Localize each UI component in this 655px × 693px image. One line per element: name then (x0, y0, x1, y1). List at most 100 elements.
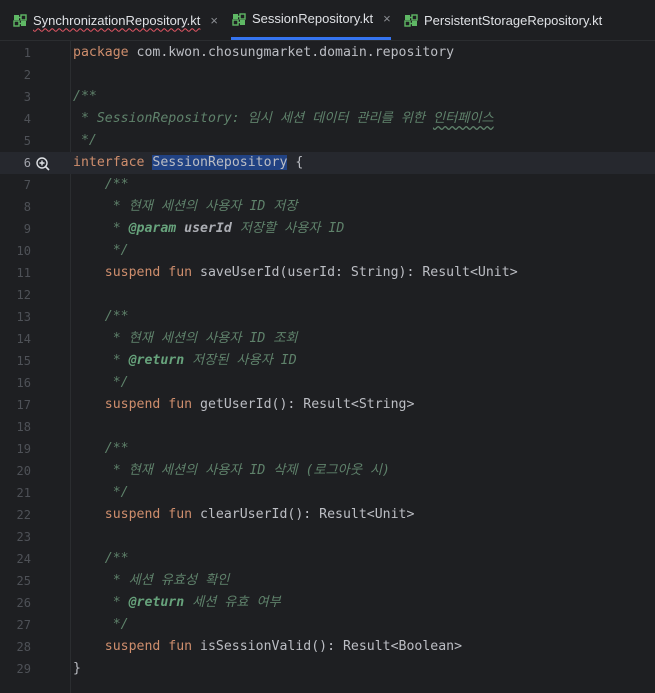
code-token: * (73, 353, 129, 368)
code-line[interactable]: 23 (0, 526, 655, 548)
code-line[interactable]: 15 * @return 저장된 사용자 ID (0, 350, 655, 372)
code-text: /** (73, 438, 129, 460)
code-token: suspend fun (73, 639, 201, 654)
line-number[interactable]: 28 (1, 636, 31, 658)
code-line[interactable]: 7 /** (0, 174, 655, 196)
code-line[interactable]: 4 * SessionRepository: 임시 세션 데이터 관리를 위한 … (0, 108, 655, 130)
code-text: /** (73, 306, 129, 328)
code-text: interface SessionRepository { (73, 152, 303, 174)
code-token: /** (73, 551, 129, 566)
line-number[interactable]: 1 (1, 42, 31, 64)
code-token: */ (73, 617, 129, 632)
code-text: */ (73, 482, 129, 504)
code-token: clearUserId(): Result<Unit> (200, 507, 415, 522)
code-text: */ (73, 240, 129, 262)
line-number[interactable]: 5 (1, 130, 31, 152)
line-number[interactable]: 23 (1, 526, 31, 548)
code-token: */ (73, 375, 129, 390)
code-line[interactable]: 8 * 현재 세션의 사용자 ID 저장 (0, 196, 655, 218)
code-line[interactable]: 19 /** (0, 438, 655, 460)
code-line[interactable]: 12 (0, 284, 655, 306)
code-text: * 세션 유효성 확인 (73, 570, 230, 592)
line-number[interactable]: 18 (1, 416, 31, 438)
code-line[interactable]: 18 (0, 416, 655, 438)
code-line[interactable]: 29} (0, 658, 655, 680)
code-line[interactable]: 16 */ (0, 372, 655, 394)
code-text: * 현재 세션의 사용자 ID 삭제 (로그아웃 시) (73, 460, 390, 482)
line-number[interactable]: 26 (1, 592, 31, 614)
code-token: @return (128, 595, 185, 610)
code-line[interactable]: 20 * 현재 세션의 사용자 ID 삭제 (로그아웃 시) (0, 460, 655, 482)
code-line[interactable]: 9 * @param userId 저장할 사용자 ID (0, 218, 655, 240)
line-number[interactable]: 25 (1, 570, 31, 592)
tab-1[interactable]: SessionRepository.kt × (231, 0, 391, 40)
code-text: */ (73, 130, 97, 152)
line-number[interactable]: 6 (1, 152, 31, 174)
code-text: * @return 저장된 사용자 ID (73, 350, 297, 372)
line-number[interactable]: 11 (1, 262, 31, 284)
line-number[interactable]: 15 (1, 350, 31, 372)
implementations-gutter-icon[interactable] (36, 156, 50, 171)
line-number[interactable]: 22 (1, 504, 31, 526)
line-number[interactable]: 10 (1, 240, 31, 262)
code-line[interactable]: 24 /** (0, 548, 655, 570)
line-number[interactable]: 16 (1, 372, 31, 394)
code-line[interactable]: 21 */ (0, 482, 655, 504)
code-line[interactable]: 25 * 세션 유효성 확인 (0, 570, 655, 592)
line-number[interactable]: 17 (1, 394, 31, 416)
code-text: suspend fun isSessionValid(): Result<Boo… (73, 636, 462, 658)
code-line[interactable]: 22 suspend fun clearUserId(): Result<Uni… (0, 504, 655, 526)
line-number[interactable]: 21 (1, 482, 31, 504)
close-tab-icon[interactable]: × (210, 13, 218, 28)
code-text: package com.kwon.chosungmarket.domain.re… (73, 42, 454, 64)
code-token: * (73, 221, 129, 236)
tab-label: SessionRepository.kt (252, 11, 374, 26)
code-line[interactable]: 14 * 현재 세션의 사용자 ID 조회 (0, 328, 655, 350)
code-line[interactable]: 6 interface SessionRepository { (0, 152, 655, 174)
line-number[interactable]: 3 (1, 86, 31, 108)
kotlin-interface-icon (12, 12, 28, 28)
code-text: } (73, 658, 81, 680)
code-line[interactable]: 10 */ (0, 240, 655, 262)
line-number[interactable]: 2 (1, 64, 31, 86)
close-tab-icon[interactable]: × (383, 11, 391, 26)
code-token: 저장된 사용자 ID (184, 353, 297, 368)
code-token: suspend fun (73, 265, 201, 280)
code-line[interactable]: 11 suspend fun saveUserId(userId: String… (0, 262, 655, 284)
line-number[interactable]: 9 (1, 218, 31, 240)
code-text: * 현재 세션의 사용자 ID 조회 (73, 328, 298, 350)
code-line[interactable]: 28 suspend fun isSessionValid(): Result<… (0, 636, 655, 658)
code-line[interactable]: 2 (0, 64, 655, 86)
code-token: userId (184, 221, 232, 236)
code-token: /** (73, 177, 129, 192)
tab-0[interactable]: SynchronizationRepository.kt × (12, 0, 218, 40)
line-number[interactable]: 27 (1, 614, 31, 636)
code-line[interactable]: 1 package com.kwon.chosungmarket.domain.r… (0, 42, 655, 64)
line-number[interactable]: 14 (1, 328, 31, 350)
line-number[interactable]: 8 (1, 196, 31, 218)
line-number[interactable]: 20 (1, 460, 31, 482)
code-line[interactable]: 17 suspend fun getUserId(): Result<Strin… (0, 394, 655, 416)
tab-label: SynchronizationRepository.kt (33, 12, 201, 28)
line-number[interactable]: 4 (1, 108, 31, 130)
code-line[interactable]: 3 /** (0, 86, 655, 108)
code-editor[interactable]: 1 package com.kwon.chosungmarket.domain.r… (0, 41, 655, 693)
code-text: /** (73, 174, 129, 196)
code-line[interactable]: 5 */ (0, 130, 655, 152)
code-token: suspend fun (73, 397, 201, 412)
line-number[interactable]: 7 (1, 174, 31, 196)
code-line[interactable]: 27 */ (0, 614, 655, 636)
line-number[interactable]: 12 (1, 284, 31, 306)
code-line[interactable]: 26 * @return 세션 유효 여부 (0, 592, 655, 614)
code-token: com.kwon.chosungmarket.domain.repository (128, 45, 455, 60)
code-token: suspend fun (73, 507, 201, 522)
line-number[interactable]: 29 (1, 658, 31, 680)
code-line[interactable]: 13 /** (0, 306, 655, 328)
tab-2[interactable]: PersistentStorageRepository.kt (403, 0, 602, 40)
code-token: * 현재 세션의 사용자 ID 저장 (73, 199, 298, 214)
line-number[interactable]: 19 (1, 438, 31, 460)
line-number[interactable]: 13 (1, 306, 31, 328)
code-token: * SessionRepository: 임시 세션 데이터 관리를 위한 (73, 111, 433, 126)
line-number[interactable]: 24 (1, 548, 31, 570)
code-token: 세션 유효 여부 (184, 595, 281, 610)
